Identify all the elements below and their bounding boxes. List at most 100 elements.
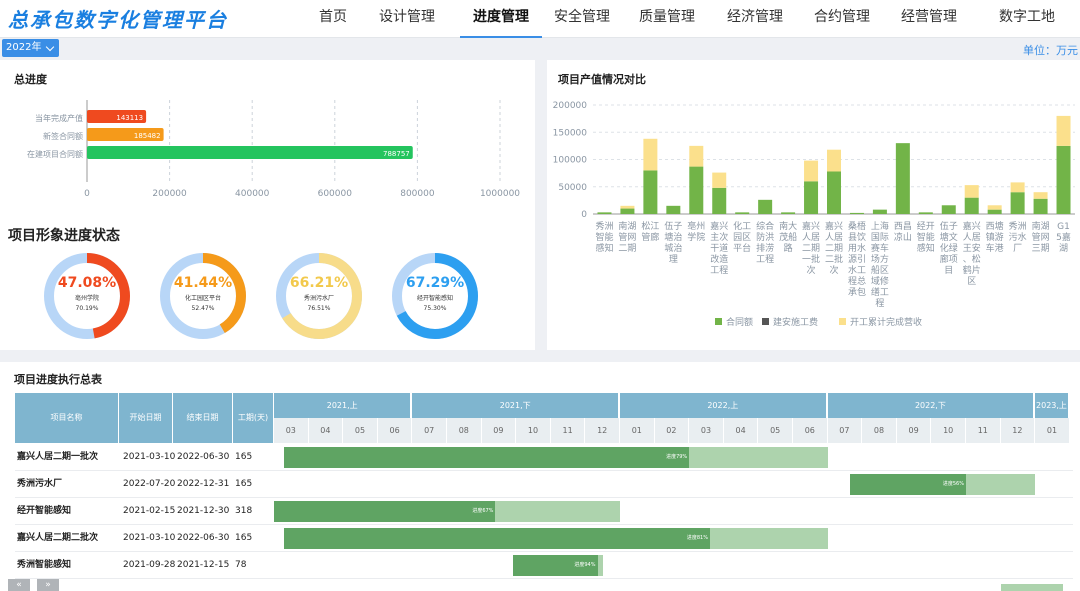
comparison-x-tick-label: 南大 [779, 220, 797, 232]
comparison-bar [1056, 115, 1071, 146]
schedule-title: 项目进度执行总表 [14, 373, 102, 386]
donut-area: 47.08% 亳州学院 70.19% 41.44% 化工园区平台 52.47% 66.21%… [0, 250, 535, 345]
month-header: 07 [412, 418, 447, 443]
comparison-y-tick-label: 0 [581, 210, 587, 220]
comparison-x-tick-label: 改造 [710, 253, 728, 265]
comparison-bar [804, 160, 819, 182]
nav-item-economy[interactable]: 经济管理 [718, 0, 792, 38]
comparison-legend-label: 合同额 [726, 316, 753, 328]
row-project-name: 秀洲污水厂 [17, 479, 63, 489]
comparison-x-tick-label: 松江 [641, 220, 659, 232]
col-header-days: 工期(天) [233, 393, 273, 443]
col-header-start: 开始日期 [119, 393, 172, 443]
comparison-bar [895, 143, 910, 214]
comparison-x-tick-label: 伍子 [664, 221, 682, 232]
overall-x-tick-label: 400000 [235, 189, 270, 199]
month-header: 09 [481, 418, 517, 443]
next-page-button[interactable]: » [37, 579, 59, 591]
comparison-x-tick-label: 厂 [1013, 243, 1022, 254]
comparison-x-tick-label: 经开 [917, 220, 935, 232]
month-header: 10 [516, 418, 551, 443]
comparison-y-tick-label: 150000 [553, 128, 588, 138]
month-header: 01 [1035, 418, 1070, 443]
comparison-x-tick-label: 用水 [848, 242, 866, 254]
row-duration: 165 [235, 452, 253, 462]
comparison-bar [620, 208, 635, 214]
donut-sub-percent: 76.51% [307, 305, 331, 312]
app-logo: 总承包数字化管理平台 [8, 8, 228, 32]
comparison-x-tick-label: 目 [944, 265, 953, 276]
comparison-x-tick-label: 赛车 [871, 242, 889, 254]
donut-project-name: 亳州学院 [74, 295, 99, 302]
comparison-x-tick-label: 程总 [848, 275, 866, 287]
comparison-x-tick-label: 化绿 [940, 242, 958, 254]
row-end-date: 2022-06-30 [177, 533, 230, 543]
comparison-x-tick-label: 二期 [825, 243, 843, 254]
nav-item-contract[interactable]: 合约管理 [805, 0, 879, 38]
month-header: 11 [550, 418, 586, 443]
donut-project-name: 化工园区平台 [184, 295, 221, 302]
table-row[interactable]: 经开智能感知 2021-02-15 2021-12-30 318 进度67% [15, 498, 1073, 525]
comparison-chart: 050000100000150000200000秀洲智能感知南湖管网二期松江管廊… [553, 101, 1075, 328]
nav-item-home[interactable]: 首页 [300, 0, 366, 38]
comparison-title: 项目产值情况对比 [558, 73, 646, 86]
comparison-x-tick-label: 南湖 [618, 220, 636, 232]
comparison-bar [758, 199, 773, 214]
col-header-end: 结束日期 [173, 393, 232, 443]
comparison-x-tick-label: 秀洲 [1009, 220, 1027, 232]
overall-progress-chart: 0 200000 400000 600000 800000 1000000 当年完成产值 14… [27, 100, 520, 199]
comparison-x-tick-label: 次 [829, 264, 838, 276]
donut-sub-percent: 52.47% [191, 305, 215, 312]
row-duration: 78 [235, 560, 247, 570]
row-duration: 165 [235, 479, 253, 489]
comparison-x-tick-label: 园区 [733, 232, 751, 243]
overall-bar-value: 788757 [383, 150, 410, 158]
comparison-x-tick-label: 智能 [595, 231, 613, 243]
row-start-date: 2021-03-10 [123, 533, 176, 543]
nav-item-safety[interactable]: 安全管理 [545, 0, 619, 38]
month-header: 06 [793, 418, 828, 443]
gantt-bar-progress: 进度94% [512, 555, 598, 576]
month-header: 10 [931, 418, 966, 443]
table-row[interactable]: 秀洲污水厂 2022-07-20 2022-12-31 165 进度56% [15, 471, 1073, 498]
comparison-x-tick-label: 车港 [986, 242, 1004, 254]
row-start-date: 2021-03-10 [123, 452, 176, 462]
comparison-x-tick-label: 秀洲 [595, 220, 613, 232]
month-header: 07 [827, 418, 863, 443]
month-header: 01 [620, 418, 655, 443]
comparison-y-tick-label: 100000 [553, 156, 588, 166]
prev-page-button[interactable]: « [8, 579, 30, 591]
comparison-x-tick-label: 学院 [687, 231, 705, 243]
table-row[interactable]: 嘉兴人居二期二批次 2021-03-10 2022-06-30 165 进度81% [15, 525, 1073, 552]
comparison-x-tick-label: 平台 [733, 242, 751, 254]
overall-progress-panel: 总进度 0 200000 400000 600000 800000 1000000 当年完成… [0, 60, 535, 350]
table-row[interactable]: 嘉兴人居二期一批次 2021-03-10 2022-06-30 165 进度79% [15, 444, 1073, 471]
comparison-bar [964, 185, 979, 198]
row-project-name: 经开智能感知 [17, 506, 72, 516]
comparison-x-tick-label: 5嘉 [1056, 231, 1071, 243]
nav-item-design[interactable]: 设计管理 [370, 0, 444, 38]
comparison-x-tick-label: 智能 [917, 231, 935, 243]
comparison-bar [804, 181, 819, 214]
month-header: 05 [343, 418, 378, 443]
comparison-x-tick-label: 上海 [871, 220, 889, 232]
comparison-x-tick-label: 二期 [618, 243, 636, 254]
nav-item-progress[interactable]: 进度管理 [460, 0, 542, 38]
nav-item-operation[interactable]: 经营管理 [892, 0, 966, 38]
comparison-bar [781, 212, 796, 214]
comparison-x-tick-label: 二期 [802, 243, 820, 254]
comparison-x-tick-label: 一批 [802, 253, 820, 265]
comparison-x-tick-label: 域修 [871, 275, 889, 287]
gantt-bar-remaining [1000, 584, 1063, 591]
comparison-panel: 项目产值情况对比 0 50000 100000 150000 200000 秀洲 智能 感知南… [547, 60, 1080, 350]
table-row[interactable]: 秀洲智能感知 2021-09-28 2021-12-15 78 进度94% [15, 552, 1073, 579]
comparison-bar [964, 197, 979, 214]
nav-item-digital-site[interactable]: 数字工地 [990, 0, 1064, 38]
comparison-bar [918, 212, 933, 214]
nav-item-quality[interactable]: 质量管理 [630, 0, 704, 38]
comparison-x-tick-label: 县饮 [848, 231, 866, 243]
comparison-x-tick-label: 综合 [756, 220, 774, 232]
comparison-x-tick-label: 廊项 [940, 253, 958, 265]
comparison-bar [643, 138, 658, 171]
year-select[interactable]: 2022年 [2, 39, 59, 57]
